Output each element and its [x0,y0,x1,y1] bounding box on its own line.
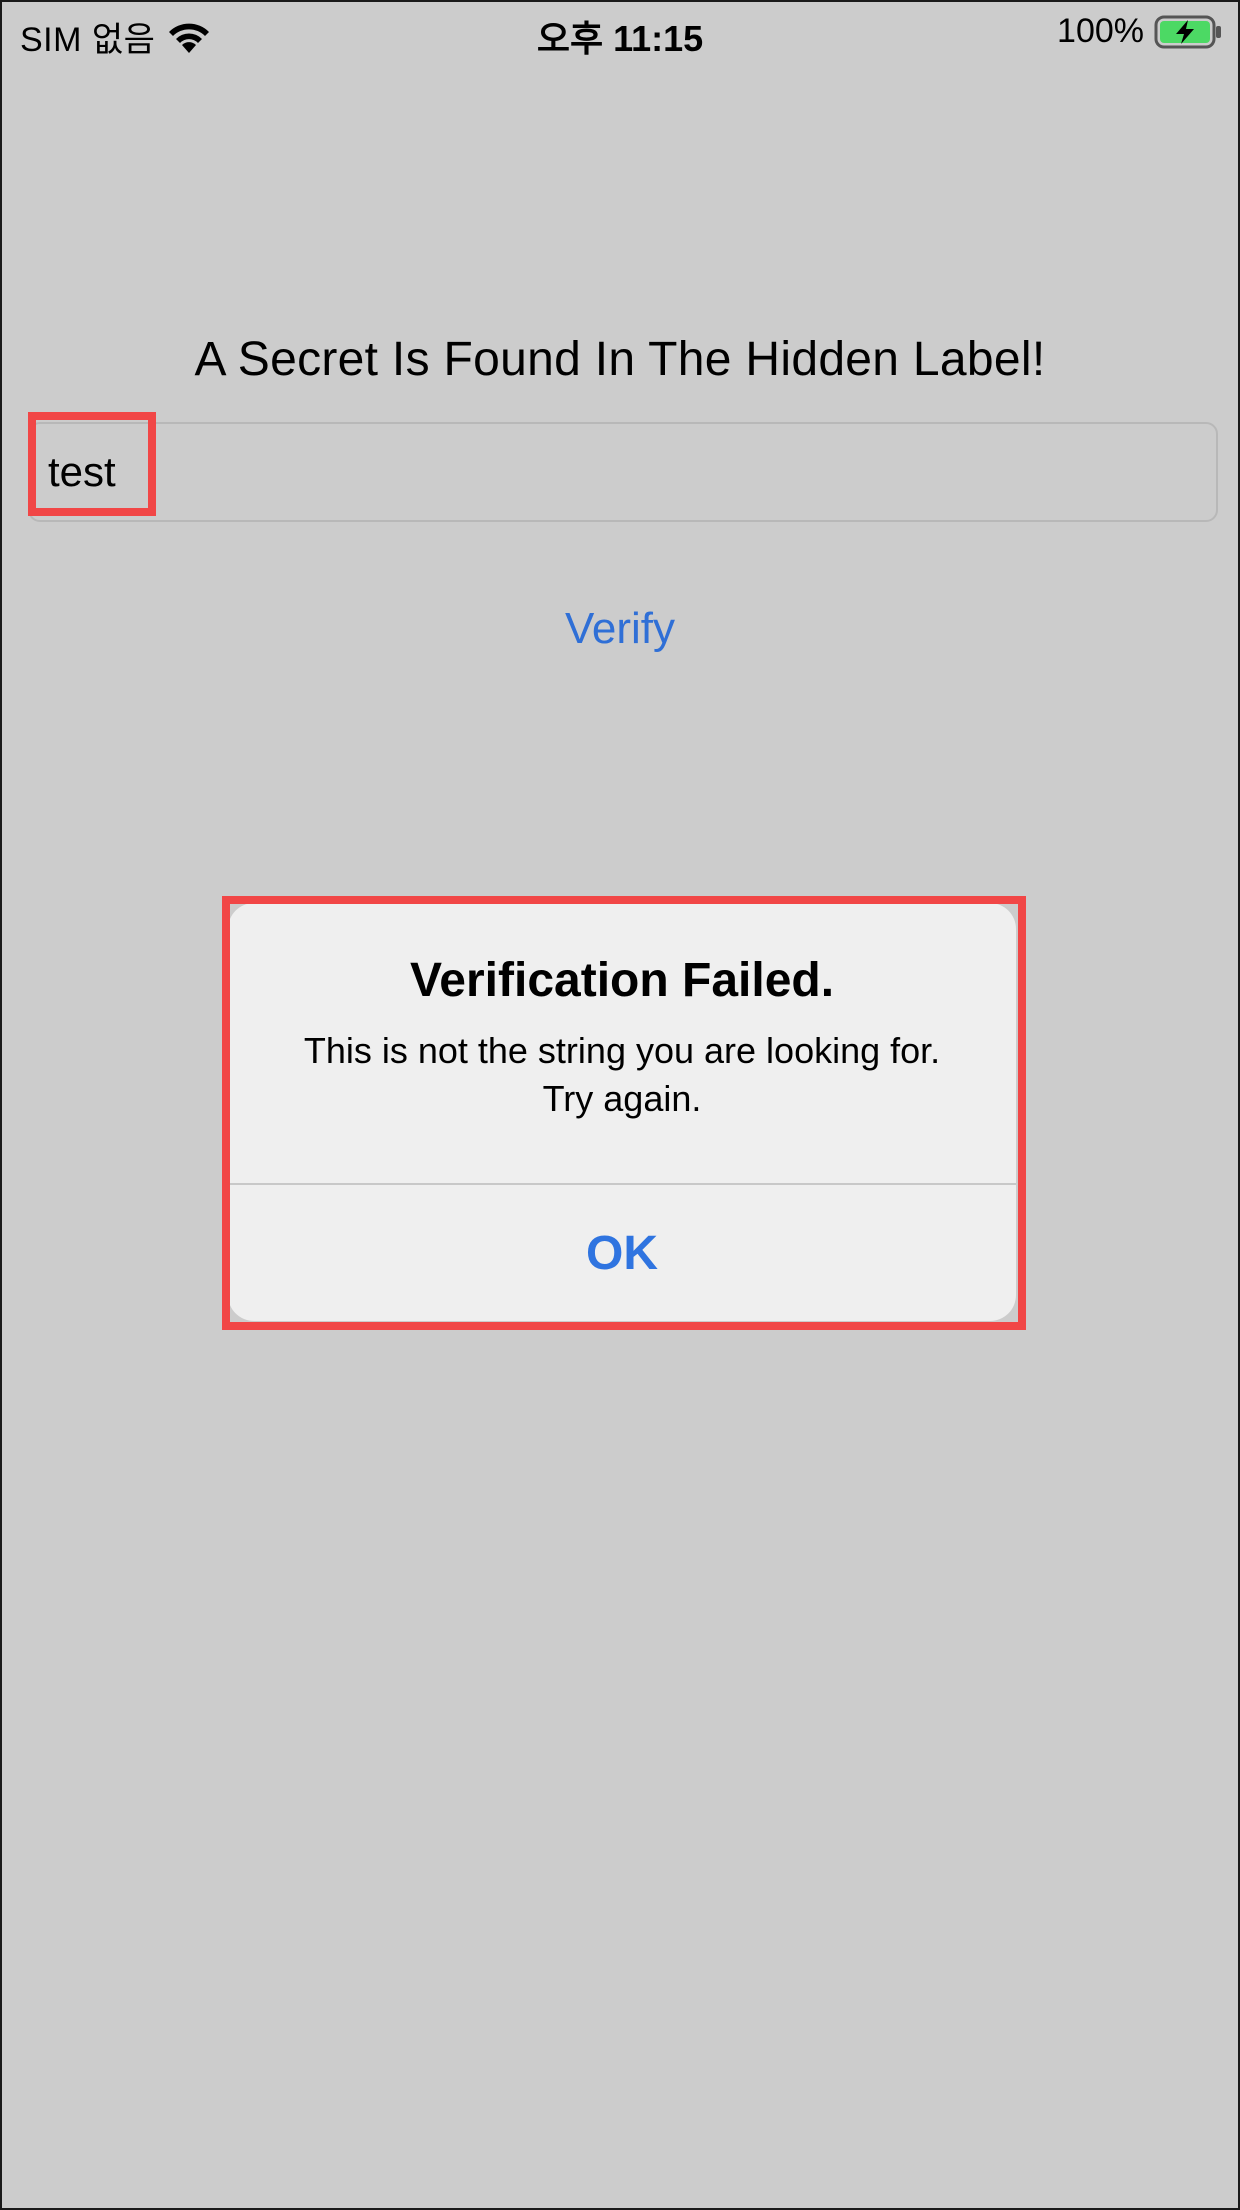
battery-percent-label: 100% [1057,12,1144,50]
page-title: A Secret Is Found In The Hidden Label! [194,333,1046,386]
alert-highlight-box [222,896,1026,1330]
app-screen: SIM 없음 오후 11:15 100% A Secret Is Found I… [0,0,1240,2210]
secret-input-field[interactable]: test [28,422,1218,522]
input-highlight-box [28,412,156,516]
verify-button[interactable]: Verify [565,604,675,653]
status-time: 오후 11:15 [536,18,704,59]
verify-button-row: Verify [2,604,1238,654]
battery-charging-icon [1154,15,1224,49]
status-right: 100% [1057,12,1224,51]
status-bar: SIM 없음 오후 11:15 100% [2,2,1238,64]
